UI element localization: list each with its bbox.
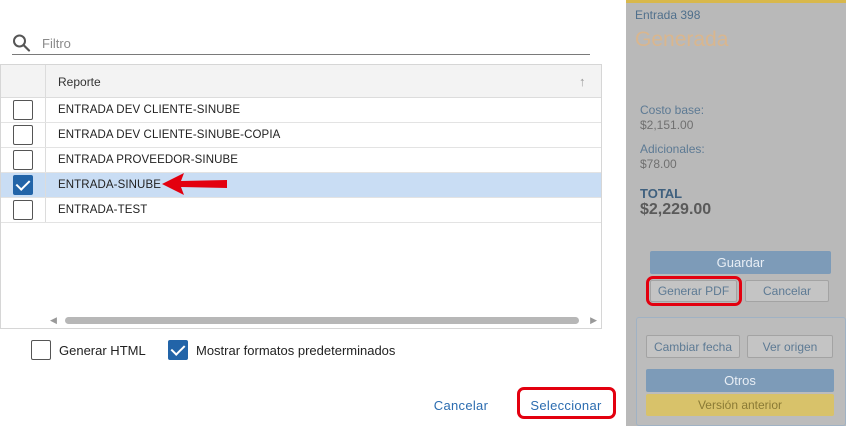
base-cost-label: Costo base: xyxy=(640,103,705,117)
row-checkbox[interactable] xyxy=(13,100,33,120)
generate-pdf-highlight xyxy=(646,276,742,306)
row-label: ENTRADA DEV CLIENTE-SINUBE xyxy=(58,104,241,116)
show-default-formats-option[interactable]: Mostrar formatos predeterminados xyxy=(168,340,395,360)
extras-value: $78.00 xyxy=(640,157,677,171)
row-label: ENTRADA DEV CLIENTE-SINUBE-COPIA xyxy=(58,129,281,141)
row-checkbox[interactable] xyxy=(13,200,33,220)
table-row[interactable]: ENTRADA-TEST xyxy=(1,198,601,223)
view-origin-button[interactable]: Ver origen xyxy=(747,335,833,358)
row-checkbox[interactable] xyxy=(13,125,33,145)
row-checkbox-cell xyxy=(1,148,46,172)
generate-html-label: Generar HTML xyxy=(59,342,146,358)
generate-html-option[interactable]: Generar HTML xyxy=(31,340,146,360)
grid-header: Reporte ↑ xyxy=(1,65,601,98)
horizontal-scrollbar[interactable]: ◀ ▶ xyxy=(47,314,600,327)
show-default-formats-label: Mostrar formatos predeterminados xyxy=(196,342,396,358)
scroll-right-icon[interactable]: ▶ xyxy=(590,315,597,326)
filter-field xyxy=(12,32,590,55)
table-row[interactable]: ENTRADA-SINUBE xyxy=(1,173,601,198)
table-row[interactable]: ENTRADA PROVEEDOR-SINUBE xyxy=(1,148,601,173)
panel-top-line xyxy=(626,0,846,3)
extras-label: Adicionales: xyxy=(640,142,705,156)
cancel-entry-button[interactable]: Cancelar xyxy=(745,280,829,302)
sort-ascending-icon[interactable]: ↑ xyxy=(579,74,586,89)
change-date-button[interactable]: Cambiar fecha xyxy=(646,335,740,358)
report-grid: Reporte ↑ ENTRADA DEV CLIENTE-SINUBE ENT… xyxy=(0,64,602,329)
entry-status: Generada xyxy=(635,28,729,51)
show-default-formats-checkbox[interactable] xyxy=(168,340,188,360)
base-cost-value: $2,151.00 xyxy=(640,118,694,132)
total-value: $2,229.00 xyxy=(640,201,712,218)
entry-label: Entrada 398 xyxy=(635,8,701,22)
previous-version-button[interactable]: Versión anterior xyxy=(646,394,834,416)
select-column-header xyxy=(1,65,46,98)
row-label: ENTRADA-SINUBE xyxy=(58,179,161,191)
save-button[interactable]: Guardar xyxy=(650,251,831,274)
row-checkbox-cell xyxy=(1,123,46,147)
row-checkbox-cell xyxy=(1,198,46,222)
annotation-arrow-icon xyxy=(162,173,227,195)
total-label: TOTAL xyxy=(640,186,683,201)
scroll-left-icon[interactable]: ◀ xyxy=(50,315,57,326)
row-checkbox[interactable] xyxy=(13,150,33,170)
select-button-highlight xyxy=(517,387,616,419)
others-button[interactable]: Otros xyxy=(646,369,834,392)
cancel-button[interactable]: Cancelar xyxy=(432,395,490,415)
search-icon xyxy=(13,34,31,52)
filter-input[interactable] xyxy=(42,34,582,52)
row-checkbox-cell xyxy=(1,173,46,197)
report-select-dialog: Reporte ↑ ENTRADA DEV CLIENTE-SINUBE ENT… xyxy=(0,0,626,426)
scrollbar-thumb[interactable] xyxy=(65,317,579,324)
row-checkbox[interactable] xyxy=(13,175,33,195)
row-checkbox-cell xyxy=(1,98,46,122)
table-row[interactable]: ENTRADA DEV CLIENTE-SINUBE-COPIA xyxy=(1,123,601,148)
generate-html-checkbox[interactable] xyxy=(31,340,51,360)
report-column-header[interactable]: Reporte xyxy=(58,75,101,89)
row-label: ENTRADA-TEST xyxy=(58,204,148,216)
table-row[interactable]: ENTRADA DEV CLIENTE-SINUBE xyxy=(1,98,601,123)
row-label: ENTRADA PROVEEDOR-SINUBE xyxy=(58,154,239,166)
